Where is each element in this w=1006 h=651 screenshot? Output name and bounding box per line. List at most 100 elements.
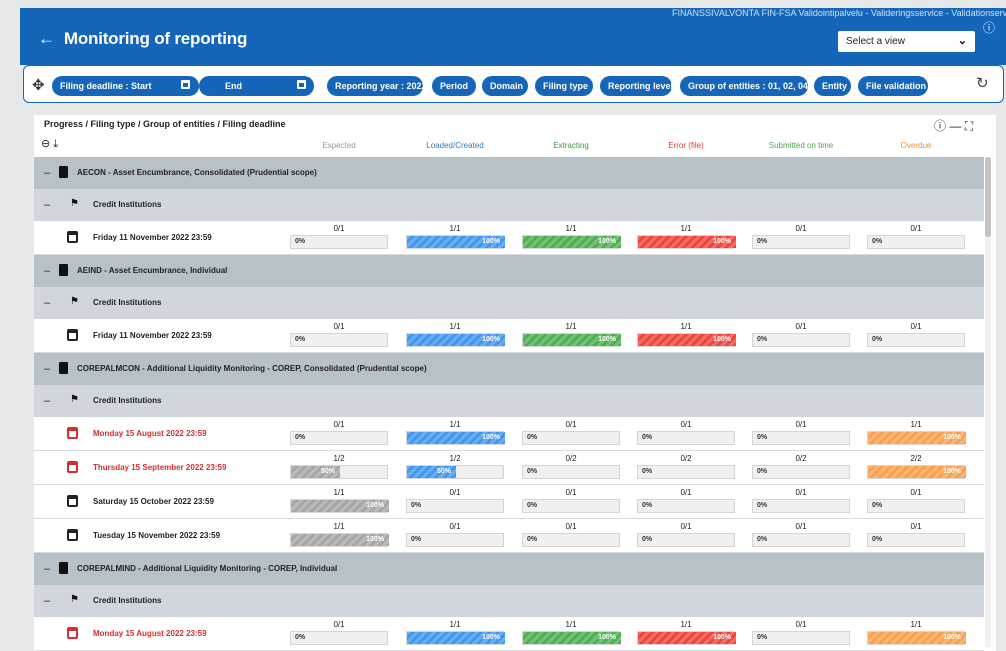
move-icon[interactable]: ✥ — [32, 76, 45, 94]
collapse-icon[interactable]: – — [44, 266, 50, 277]
deadline-label[interactable]: Thursday 15 September 2022 23:59 — [93, 463, 226, 472]
progress-cell[interactable]: 0/1 0% — [637, 522, 735, 551]
progress-cell[interactable]: 0/1 0% — [290, 620, 388, 649]
progress-cell[interactable]: 0/1 0% — [867, 488, 965, 517]
progress-cell[interactable]: 0/1 0% — [752, 488, 850, 517]
progress-bar: 100% — [290, 499, 389, 513]
progress-cell[interactable]: 1/1 100% — [290, 488, 389, 517]
progress-bar: 0% — [867, 235, 965, 249]
collapse-icon[interactable]: – — [44, 364, 50, 375]
progress-cell[interactable]: 0/1 0% — [290, 224, 388, 253]
progress-cell[interactable]: 1/1 100% — [522, 620, 621, 649]
deadline-label[interactable]: Tuesday 15 November 2022 23:59 — [93, 531, 220, 540]
progress-cell[interactable]: 2/2 100% — [867, 454, 966, 483]
collapse-all-icon[interactable]: ⊖ — [41, 138, 50, 150]
progress-cell[interactable]: 1/1 100% — [637, 224, 736, 253]
progress-cell[interactable]: 0/1 0% — [637, 420, 735, 449]
calendar-icon[interactable] — [181, 80, 190, 89]
download-icon[interactable]: ⤓ — [53, 138, 58, 150]
flag-icon: ⚑ — [70, 594, 79, 605]
calendar-icon[interactable] — [297, 80, 306, 89]
progress-percent: 0% — [527, 468, 538, 475]
deadline-label[interactable]: Saturday 15 October 2022 23:59 — [93, 497, 214, 506]
reporting-level-filter[interactable]: Reporting level — [600, 76, 673, 96]
entity-filter[interactable]: Entity — [814, 76, 851, 96]
progress-cell[interactable]: 1/1 100% — [290, 522, 389, 551]
collapse-icon[interactable]: – — [44, 200, 50, 211]
progress-cell[interactable]: 1/1 100% — [637, 322, 736, 351]
back-arrow-icon[interactable]: ← — [38, 29, 55, 48]
progress-cell[interactable]: 0/1 0% — [867, 224, 965, 253]
vertical-scrollbar[interactable] — [985, 157, 991, 647]
progress-percent: 100% — [943, 468, 961, 475]
progress-percent: 0% — [411, 536, 422, 543]
progress-cell[interactable]: 0/1 0% — [752, 420, 850, 449]
progress-cell[interactable]: 1/2 50% — [290, 454, 388, 483]
collapse-icon[interactable]: – — [44, 298, 50, 309]
progress-cell[interactable]: 1/1 100% — [406, 420, 505, 449]
view-select[interactable]: Select a view ⌄ — [838, 31, 975, 52]
progress-cell[interactable]: 0/1 0% — [752, 322, 850, 351]
progress-bar: 0% — [752, 431, 850, 445]
progress-cell[interactable]: 0/1 0% — [522, 420, 620, 449]
progress-cell[interactable]: 1/1 100% — [867, 620, 966, 649]
help-circle-icon[interactable]: ⓘ — [934, 119, 946, 133]
filing-type-filter[interactable]: Filing type — [535, 76, 593, 96]
progress-bar: 100% — [637, 631, 736, 645]
filing-deadline-end-filter[interactable]: End — [199, 76, 314, 96]
reporting-year-filter[interactable]: Reporting year : 2022 — [327, 76, 427, 96]
progress-cell[interactable]: 0/1 0% — [522, 522, 620, 551]
progress-cell[interactable]: 1/2 50% — [406, 454, 504, 483]
collapse-icon[interactable]: – — [44, 596, 50, 607]
progress-cell[interactable]: 0/1 0% — [752, 522, 850, 551]
collapse-icon[interactable]: – — [44, 396, 50, 407]
deadline-label[interactable]: Monday 15 August 2022 23:59 — [93, 629, 207, 638]
progress-bar: 0% — [867, 533, 965, 547]
progress-fraction: 0/2 — [795, 454, 807, 463]
progress-cell[interactable]: 1/1 100% — [867, 420, 966, 449]
progress-cell[interactable]: 1/1 100% — [637, 620, 736, 649]
progress-cell[interactable]: 0/1 0% — [522, 488, 620, 517]
panel-controls: ⓘ — ⛶ — [934, 117, 973, 134]
collapse-icon[interactable]: – — [44, 168, 50, 179]
progress-cell[interactable]: 1/1 100% — [406, 224, 505, 253]
progress-cell[interactable]: 0/2 0% — [752, 454, 850, 483]
progress-cell[interactable]: 0/1 0% — [867, 322, 965, 351]
progress-fraction: 0/1 — [449, 522, 461, 531]
progress-cell[interactable]: 0/1 0% — [637, 488, 735, 517]
minimize-icon[interactable]: — — [949, 119, 961, 133]
filing-type-row: – AEIND - Asset Encumbrance, Individual — [34, 255, 984, 287]
entity-group-label: Credit Institutions — [93, 298, 162, 307]
refresh-icon[interactable]: ↻ — [976, 74, 989, 92]
progress-cell[interactable]: 1/1 100% — [406, 322, 505, 351]
file-validation-filter[interactable]: File validation — [858, 76, 928, 96]
progress-cell[interactable]: 0/1 0% — [290, 420, 388, 449]
expand-icon[interactable]: ⛶ — [965, 119, 973, 133]
progress-percent: 100% — [943, 634, 961, 641]
progress-cell[interactable]: 0/1 0% — [752, 224, 850, 253]
progress-cell[interactable]: 1/1 100% — [406, 620, 505, 649]
progress-cell[interactable]: 0/1 0% — [290, 322, 388, 351]
progress-cell[interactable]: 0/2 0% — [637, 454, 735, 483]
progress-cell[interactable]: 1/1 100% — [522, 224, 621, 253]
progress-cell[interactable]: 0/1 0% — [752, 620, 850, 649]
deadline-label[interactable]: Friday 11 November 2022 23:59 — [93, 233, 212, 242]
progress-cell[interactable]: 0/1 0% — [406, 488, 504, 517]
group-of-entities-filter[interactable]: Group of entities : 01, 02, 04 — [680, 76, 808, 96]
help-icon[interactable]: ⓘ — [983, 19, 995, 36]
progress-cell[interactable]: 0/1 0% — [406, 522, 504, 551]
period-filter[interactable]: Period — [432, 76, 476, 96]
progress-cell[interactable]: 0/1 0% — [867, 522, 965, 551]
collapse-icon[interactable]: – — [44, 564, 50, 575]
deadline-label[interactable]: Friday 11 November 2022 23:59 — [93, 331, 212, 340]
progress-percent: 50% — [436, 468, 451, 475]
progress-cell[interactable]: 1/1 100% — [522, 322, 621, 351]
progress-percent: 100% — [482, 336, 500, 343]
filing-deadline-start-filter[interactable]: Filing deadline : Start — [52, 76, 199, 96]
deadline-label[interactable]: Monday 15 August 2022 23:59 — [93, 429, 207, 438]
scrollbar-thumb[interactable] — [985, 157, 991, 237]
progress-cell[interactable]: 0/2 0% — [522, 454, 620, 483]
deadline-row: Thursday 15 September 2022 23:59 1/2 50% 1/… — [34, 451, 984, 485]
domain-filter[interactable]: Domain — [482, 76, 528, 96]
progress-percent: 0% — [872, 238, 883, 245]
